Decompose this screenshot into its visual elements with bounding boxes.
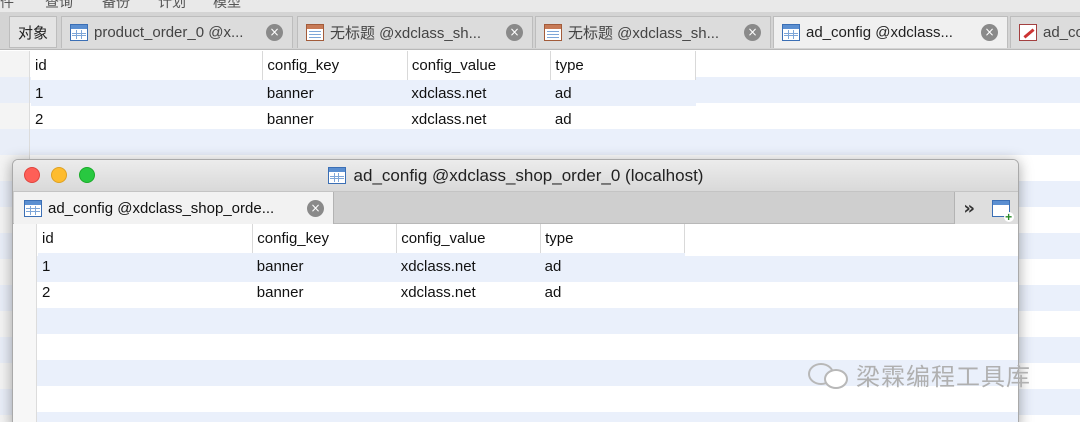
- tab-ad-config[interactable]: ad_config @xdclass... ×: [773, 16, 1008, 48]
- cell-config-key[interactable]: banner: [253, 279, 397, 305]
- table-row[interactable]: 1 banner xdclass.net ad: [31, 80, 696, 106]
- table-icon: [327, 167, 346, 184]
- window-tab-bar: ad_config @xdclass_shop_orde... × »: [13, 192, 1018, 224]
- cell-config-key[interactable]: banner: [262, 80, 408, 106]
- column-header-config-key[interactable]: config_key: [262, 51, 408, 80]
- window-maximize-button[interactable]: [79, 167, 95, 183]
- window-close-button[interactable]: [24, 167, 40, 183]
- tab-ad-config-design[interactable]: ad_co: [1010, 16, 1080, 48]
- tab-label: product_order_0 @x...: [94, 24, 244, 41]
- tab-label: 无标题 @xdclass_sh...: [568, 25, 720, 42]
- row-header-column: [13, 224, 37, 422]
- edit-table-icon: [1019, 24, 1037, 41]
- menu-bar: 件 查询 备份 计划 模型: [0, 0, 1080, 12]
- wechat-icon: [808, 359, 850, 391]
- close-icon[interactable]: ×: [981, 24, 998, 41]
- close-icon[interactable]: ×: [266, 24, 283, 41]
- query-icon: [544, 24, 562, 41]
- column-header-config-value[interactable]: config_value: [407, 51, 552, 80]
- column-header-config-value[interactable]: config_value: [396, 224, 542, 253]
- cell-type[interactable]: ad: [550, 80, 696, 106]
- cell-id[interactable]: 2: [31, 106, 263, 132]
- cell-id[interactable]: 2: [38, 279, 253, 305]
- cell-config-value[interactable]: xdclass.net: [397, 279, 541, 305]
- watermark: 梁霖编程工具库: [808, 357, 1031, 392]
- menu-item-schedule[interactable]: 计划: [158, 0, 186, 12]
- more-tabs-icon[interactable]: »: [963, 198, 975, 219]
- close-icon[interactable]: ×: [744, 24, 761, 41]
- close-icon[interactable]: ×: [506, 24, 523, 41]
- cell-id[interactable]: 1: [38, 253, 253, 279]
- table-icon: [24, 199, 42, 217]
- column-header-id[interactable]: id: [31, 51, 264, 80]
- window-data-grid: id config_key config_value type 1 banner…: [13, 224, 1018, 422]
- background-result-table: id config_key config_value type 1 banner…: [31, 51, 696, 132]
- cell-type[interactable]: ad: [540, 253, 685, 279]
- menu-item-file[interactable]: 件: [0, 0, 14, 12]
- menu-item-model[interactable]: 模型: [213, 0, 241, 12]
- tab-label: 无标题 @xdclass_sh...: [330, 25, 482, 42]
- column-header-type[interactable]: type: [550, 51, 696, 80]
- cell-config-value[interactable]: xdclass.net: [407, 80, 551, 106]
- tab-label: ad_config @xdclass_shop_orde...: [48, 199, 275, 217]
- window-result-table: id config_key config_value type 1 banner…: [38, 224, 685, 305]
- cell-type[interactable]: ad: [551, 106, 696, 132]
- menu-item-backup[interactable]: 备份: [102, 0, 130, 12]
- column-header-type[interactable]: type: [540, 224, 685, 253]
- tab-label: ad_config @xdclass...: [806, 24, 953, 41]
- tab-product-order[interactable]: product_order_0 @x... ×: [61, 16, 293, 48]
- cell-type[interactable]: ad: [541, 279, 685, 305]
- tab-ad-config-window[interactable]: ad_config @xdclass_shop_orde... ×: [14, 192, 334, 224]
- window-title-bar[interactable]: ad_config @xdclass_shop_order_0 (localho…: [13, 160, 1018, 192]
- tab-untitled-query-1[interactable]: 无标题 @xdclass_sh... ×: [297, 16, 533, 48]
- menu-item-query[interactable]: 查询: [45, 0, 73, 12]
- watermark-text: 梁霖编程工具库: [856, 364, 1031, 391]
- table-row[interactable]: 2 banner xdclass.net ad: [31, 106, 696, 132]
- table-icon: [782, 24, 800, 41]
- close-icon[interactable]: ×: [307, 199, 324, 217]
- cell-config-key[interactable]: banner: [263, 106, 408, 132]
- cell-config-key[interactable]: banner: [252, 253, 397, 279]
- table-row[interactable]: 2 banner xdclass.net ad: [38, 279, 685, 305]
- tab-untitled-query-2[interactable]: 无标题 @xdclass_sh... ×: [535, 16, 771, 48]
- tab-tools: »: [954, 192, 1018, 224]
- tab-label: ad_co: [1043, 24, 1080, 41]
- cell-config-value[interactable]: xdclass.net: [407, 106, 551, 132]
- new-table-icon[interactable]: [991, 199, 1014, 222]
- cell-config-value[interactable]: xdclass.net: [396, 253, 541, 279]
- column-header-id[interactable]: id: [38, 224, 254, 253]
- cell-id[interactable]: 1: [31, 80, 263, 106]
- query-icon: [306, 24, 324, 41]
- table-icon: [70, 24, 88, 41]
- background-tab-strip: 对象 product_order_0 @x... × 无标题 @xdclass_…: [0, 12, 1080, 50]
- column-header-config-key[interactable]: config_key: [252, 224, 398, 253]
- objects-tab[interactable]: 对象: [9, 16, 57, 48]
- window-minimize-button[interactable]: [51, 167, 67, 183]
- table-row[interactable]: 1 banner xdclass.net ad: [38, 253, 685, 279]
- window-title: ad_config @xdclass_shop_order_0 (localho…: [353, 165, 704, 185]
